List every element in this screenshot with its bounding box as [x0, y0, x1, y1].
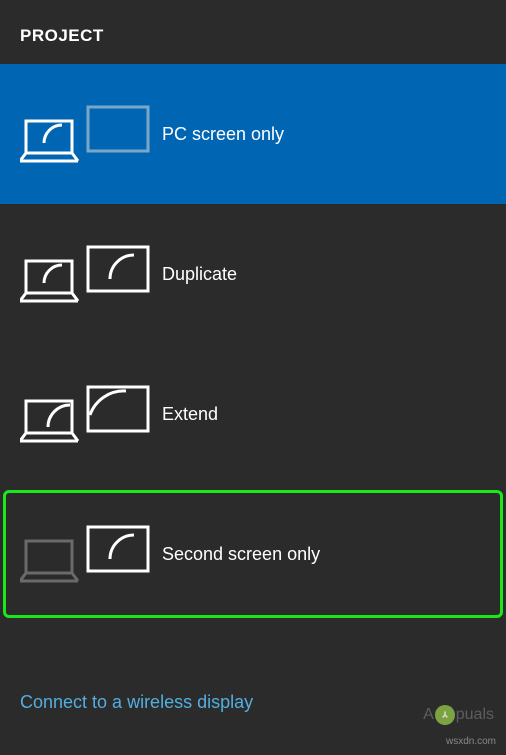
extend-icon	[20, 379, 150, 449]
option-duplicate[interactable]: Duplicate	[0, 204, 506, 344]
source-watermark: wsxdn.com	[446, 736, 496, 747]
logo-suffix: puals	[456, 706, 494, 724]
second-screen-only-icon	[20, 519, 150, 589]
connect-wireless-display-link[interactable]: Connect to a wireless display	[20, 692, 253, 713]
panel-title: PROJECT	[20, 26, 486, 46]
pc-screen-only-icon	[20, 99, 150, 169]
appuals-logo-watermark: A puals	[423, 705, 494, 725]
option-label: Extend	[162, 404, 218, 425]
option-second-screen-only[interactable]: Second screen only	[0, 484, 506, 624]
option-extend[interactable]: Extend	[0, 344, 506, 484]
option-pc-screen-only[interactable]: PC screen only	[0, 64, 506, 204]
logo-circle-icon	[435, 705, 455, 725]
option-label: Second screen only	[162, 544, 320, 565]
logo-prefix: A	[423, 706, 434, 724]
option-label: Duplicate	[162, 264, 237, 285]
project-options-list: PC screen only Duplicate	[0, 64, 506, 624]
duplicate-icon	[20, 239, 150, 309]
panel-header: PROJECT	[0, 0, 506, 64]
option-label: PC screen only	[162, 124, 284, 145]
